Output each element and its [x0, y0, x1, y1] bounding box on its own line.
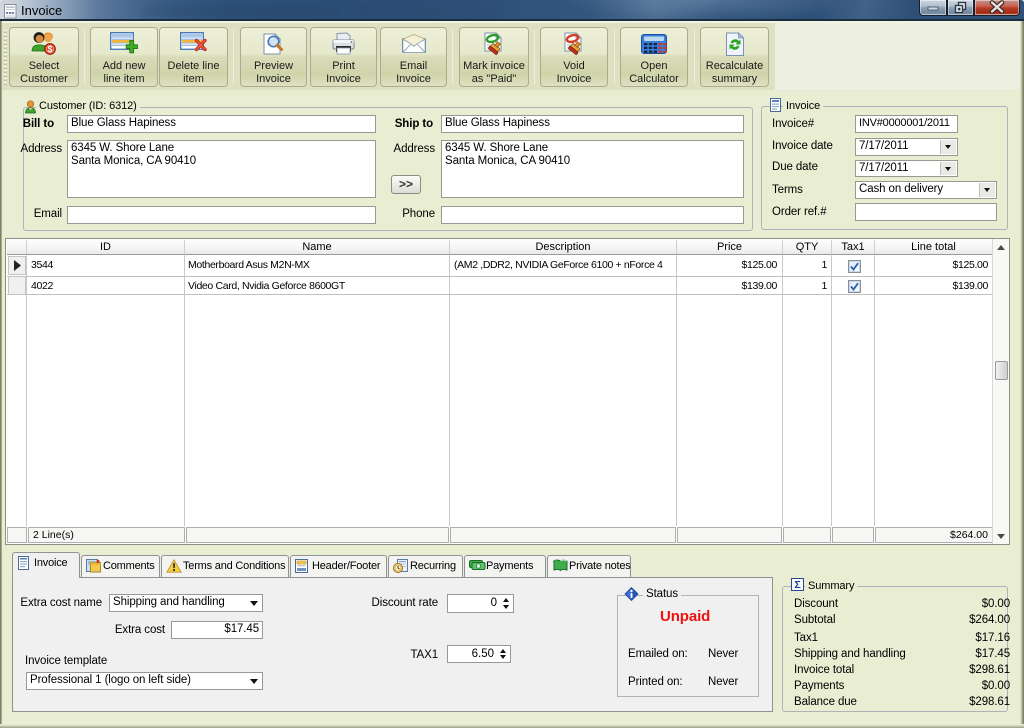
svg-text:Σ: Σ	[794, 579, 800, 591]
svg-text:$: $	[48, 44, 53, 54]
